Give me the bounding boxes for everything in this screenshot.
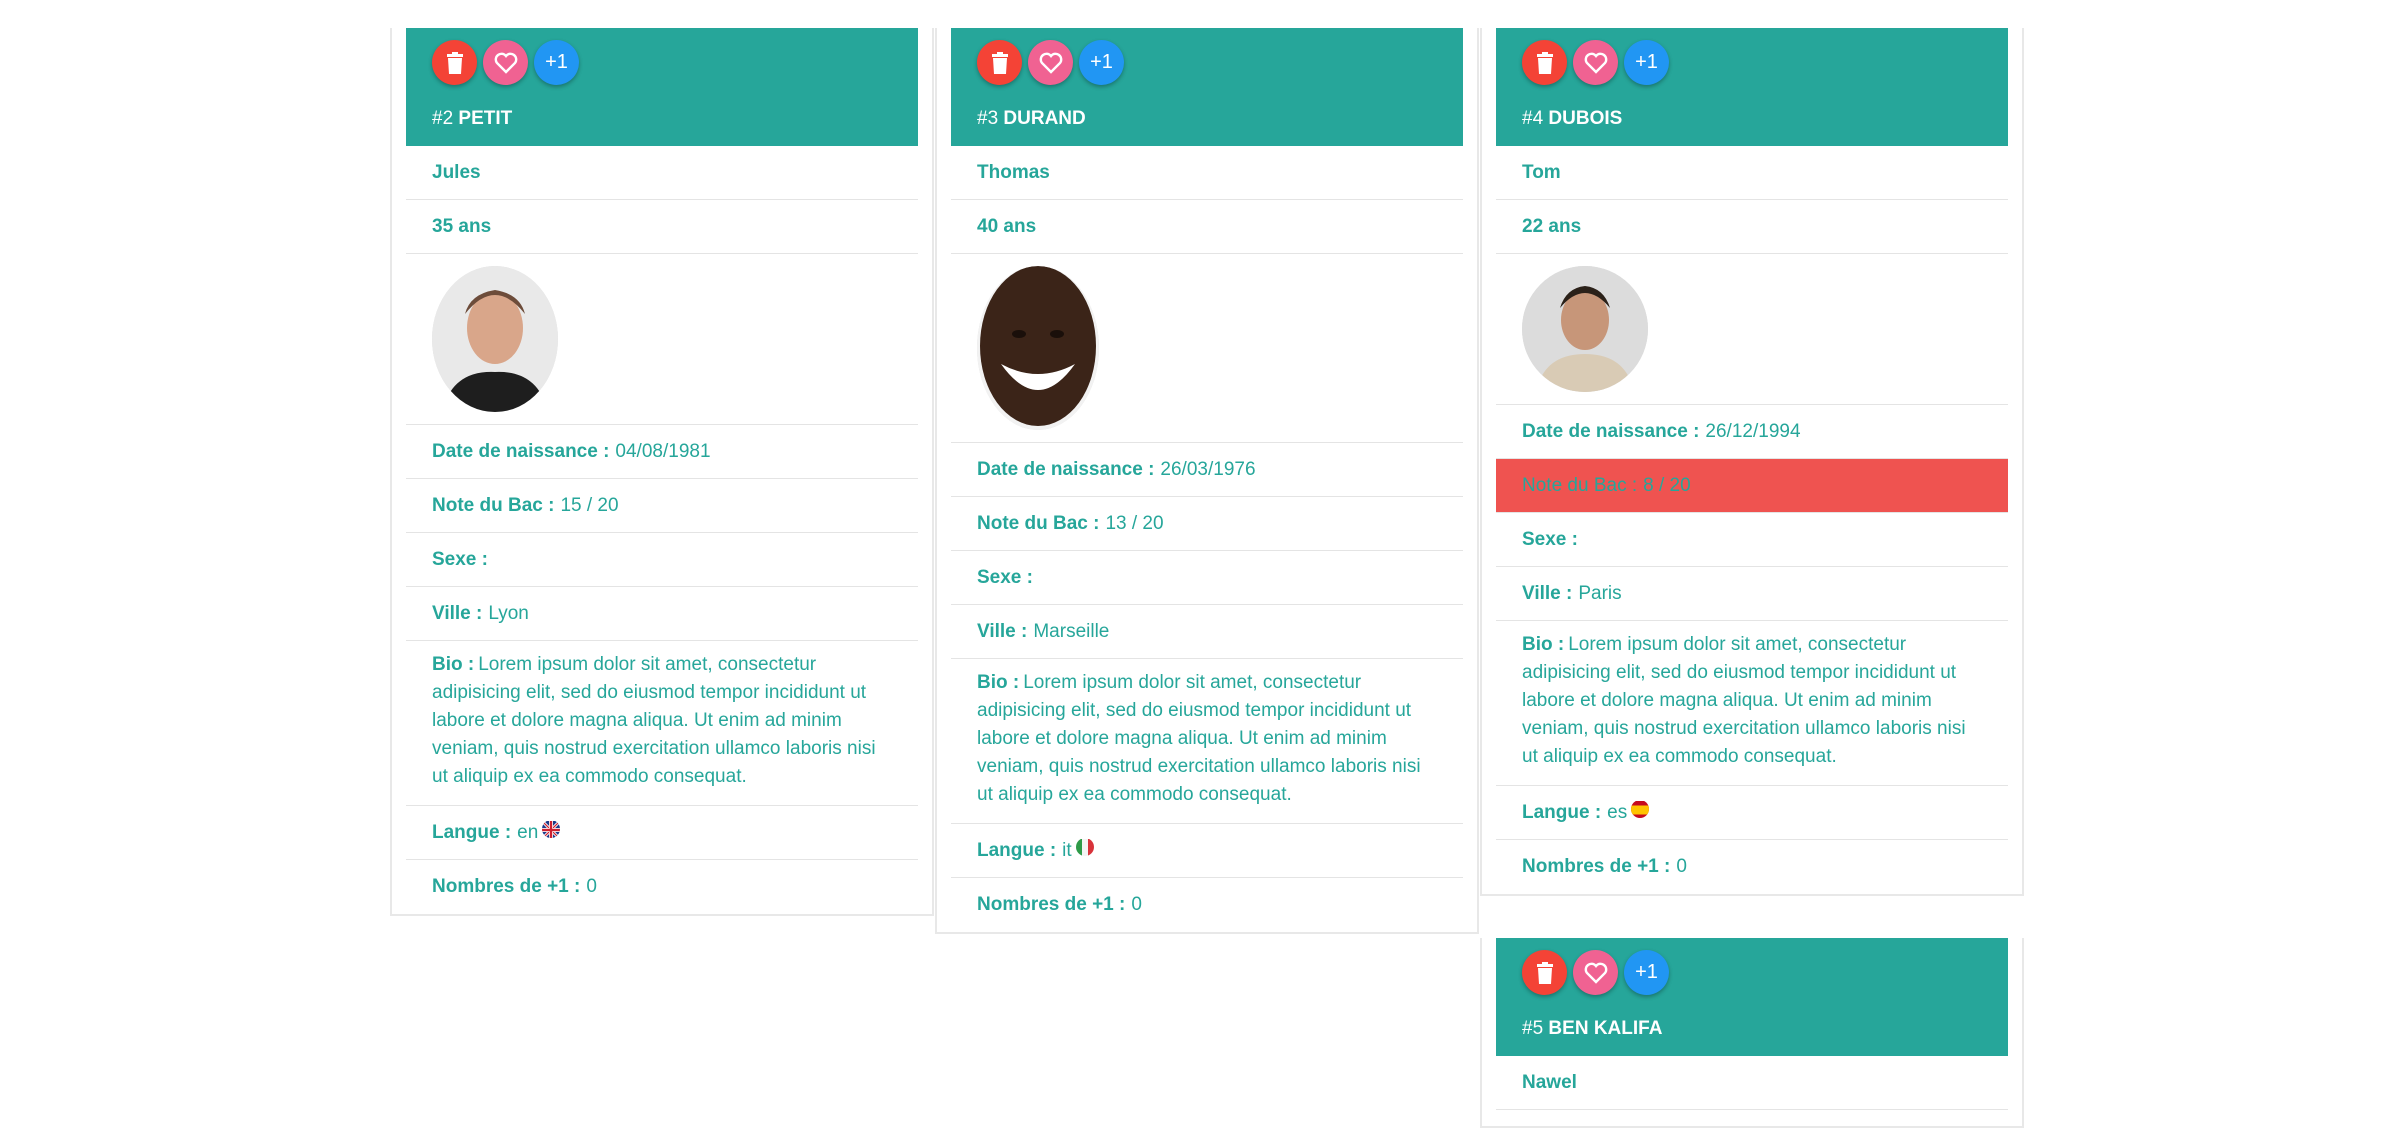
avatar xyxy=(432,266,558,412)
language-row: Langue : it xyxy=(951,824,1463,878)
language-row: Langue : en xyxy=(406,806,918,860)
heart-icon xyxy=(1039,52,1062,74)
plus-one-button[interactable]: +1 xyxy=(1079,40,1124,85)
birth-date-row: Date de naissance :26/03/1976 xyxy=(951,443,1463,497)
city-row: Ville : Lyon xyxy=(406,587,918,641)
card-title: #2 PETIT xyxy=(432,108,513,129)
spain-flag-icon xyxy=(1631,800,1650,818)
bio-row: Bio : Lorem ipsum dolor sit amet, consect… xyxy=(951,659,1463,824)
profile-card: +1 #4 DUBOIS Tom 22 ans Date de naissanc… xyxy=(1480,28,2024,896)
trash-icon xyxy=(1536,961,1553,984)
avatar-row xyxy=(406,254,918,425)
trash-icon xyxy=(991,51,1008,74)
like-button[interactable] xyxy=(483,40,528,85)
sex-row: Sexe : xyxy=(1496,513,2008,567)
profile-card: +1 #3 DURAND Thomas 40 ans Date de naiss… xyxy=(935,28,1479,934)
first-name: Thomas xyxy=(951,146,1463,200)
card-header: +1 #5 BEN KALIFA xyxy=(1496,938,2008,1056)
bio-row: Bio : Lorem ipsum dolor sit amet, consect… xyxy=(406,641,918,806)
first-name: Tom xyxy=(1496,146,2008,200)
plus-one-button[interactable]: +1 xyxy=(1624,950,1669,995)
language-row: Langue : es xyxy=(1496,786,2008,840)
card-title: #4 DUBOIS xyxy=(1522,108,1623,129)
sex-row: Sexe : xyxy=(951,551,1463,605)
card-title: #5 BEN KALIFA xyxy=(1522,1018,1663,1039)
card-header: +1 #4 DUBOIS xyxy=(1496,28,2008,146)
first-name: Nawel xyxy=(1496,1056,2008,1110)
plus-one-count-row: Nombres de +1 :0 xyxy=(1522,856,1687,877)
birth-date-row: Date de naissance :26/12/1994 xyxy=(1496,405,2008,459)
heart-icon xyxy=(1584,962,1607,984)
delete-button[interactable] xyxy=(432,40,477,85)
heart-icon xyxy=(1584,52,1607,74)
bio-row: Bio : Lorem ipsum dolor sit amet, consect… xyxy=(1496,621,2008,786)
delete-button[interactable] xyxy=(1522,950,1567,995)
profile-card: +1 #5 BEN KALIFA Nawel xyxy=(1480,938,2024,1128)
city-row: Ville : Paris xyxy=(1496,567,2008,621)
plus-one-count-row: Nombres de +1 :0 xyxy=(977,894,1142,915)
avatar-row xyxy=(951,254,1463,443)
delete-button[interactable] xyxy=(977,40,1022,85)
trash-icon xyxy=(1536,51,1553,74)
like-button[interactable] xyxy=(1573,950,1618,995)
bac-grade-row: Note du Bac :13 / 20 xyxy=(951,497,1463,551)
plus-one-button[interactable]: +1 xyxy=(1624,40,1669,85)
heart-icon xyxy=(494,52,517,74)
avatar xyxy=(977,266,1099,430)
city-row: Ville : Marseille xyxy=(951,605,1463,659)
bac-grade-row: Note du Bac :15 / 20 xyxy=(406,479,918,533)
age: 40 ans xyxy=(951,200,1463,254)
first-name: Jules xyxy=(406,146,918,200)
italy-flag-icon xyxy=(1075,838,1094,856)
avatar xyxy=(1522,266,1648,392)
birth-date-row: Date de naissance :04/08/1981 xyxy=(406,425,918,479)
plus-one-count-row: Nombres de +1 :0 xyxy=(432,876,597,897)
uk-flag-icon xyxy=(542,819,561,838)
sex-row: Sexe : xyxy=(406,533,918,587)
card-header: +1 #2 PETIT xyxy=(406,28,918,146)
bac-grade-row: Note du Bac :8 / 20 xyxy=(1496,459,2008,513)
avatar-row xyxy=(1496,254,2008,405)
age: 35 ans xyxy=(406,200,918,254)
card-title: #3 DURAND xyxy=(977,108,1086,129)
card-header: +1 #3 DURAND xyxy=(951,28,1463,146)
like-button[interactable] xyxy=(1573,40,1618,85)
age: 22 ans xyxy=(1496,200,2008,254)
like-button[interactable] xyxy=(1028,40,1073,85)
plus-one-button[interactable]: +1 xyxy=(534,40,579,85)
delete-button[interactable] xyxy=(1522,40,1567,85)
profile-card: +1 #2 PETIT Jules 35 ans Date de naissan… xyxy=(390,28,934,916)
trash-icon xyxy=(446,51,463,74)
